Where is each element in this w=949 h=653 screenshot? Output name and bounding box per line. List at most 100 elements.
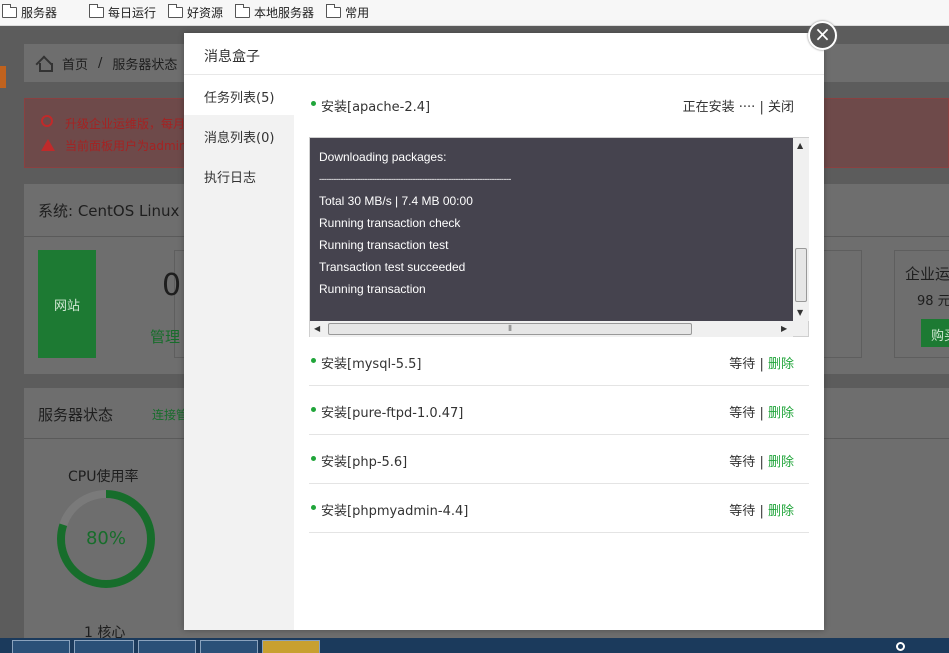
- taskbar-item[interactable]: [138, 640, 196, 653]
- task-status-group: 等待 | 删除: [729, 353, 794, 372]
- task-status-group: 正在安装 ···· | 关闭: [683, 96, 794, 115]
- console-line: Transaction test succeeded: [319, 260, 466, 274]
- site-tile-label: 网站: [53, 298, 80, 314]
- enterprise-title: 企业运: [905, 265, 949, 283]
- task-name: 安装[phpmyadmin-4.4]: [321, 504, 469, 519]
- folder-icon: [326, 4, 342, 18]
- system-title: 系统: CentOS Linux: [38, 202, 180, 220]
- horizontal-scroll-thumb[interactable]: ⦀: [328, 323, 692, 335]
- console-line: Running transaction: [319, 282, 426, 296]
- cpu-label: CPU使用率: [68, 469, 139, 485]
- task-status: 等待: [729, 455, 756, 470]
- bookmarks-bar: 服务器 每日运行 好资源 本地服务器 常用: [0, 0, 949, 26]
- home-icon[interactable]: [36, 56, 53, 72]
- task-name: 安装[mysql-5.5]: [321, 357, 422, 372]
- breadcrumb-separator: /: [98, 55, 103, 71]
- close-task-link[interactable]: 关闭: [768, 100, 794, 115]
- buy-button[interactable]: 购买: [921, 319, 949, 347]
- bookmark-item[interactable]: 服务器: [2, 4, 57, 21]
- bookmark-label: 好资源: [187, 6, 224, 20]
- sidebar-edge: [0, 66, 6, 88]
- tab-message-list[interactable]: 消息列表(0): [184, 115, 294, 155]
- delete-task-link[interactable]: 删除: [768, 504, 794, 519]
- separator: |: [759, 357, 764, 372]
- task-status: 等待: [729, 504, 756, 519]
- console-line: Running transaction test: [319, 238, 449, 252]
- cpu-value: 80%: [85, 528, 126, 549]
- task-name: 安装[apache-2.4]: [321, 100, 431, 115]
- status-dot-icon: [311, 505, 316, 510]
- tab-task-list[interactable]: 任务列表(5): [184, 75, 294, 115]
- console-output: Downloading packages: ------------------…: [310, 138, 793, 321]
- bookmark-item[interactable]: 每日运行: [89, 4, 156, 21]
- bulb-icon: [41, 115, 53, 127]
- message-box-modal: 消息盒子 任务列表(5) 消息列表(0) 执行日志 安装[apache-2.4]…: [184, 33, 824, 630]
- console-line: Running transaction check: [319, 216, 461, 230]
- status-dot-icon: [311, 101, 316, 106]
- folder-icon: [2, 4, 17, 18]
- task-row: 安装[pure-ftpd-1.0.47] 等待 | 删除: [309, 386, 809, 435]
- current-task-header: 安装[apache-2.4] 正在安装 ···· | 关闭: [309, 75, 809, 129]
- separator: |: [759, 504, 764, 519]
- taskbar: [0, 638, 949, 653]
- status-dot-icon: [311, 358, 316, 363]
- bookmark-label: 服务器: [21, 6, 58, 20]
- bookmark-item[interactable]: 好资源: [168, 4, 223, 21]
- task-row: 安装[php-5.6] 等待 | 删除: [309, 435, 809, 484]
- task-status: 等待: [729, 357, 756, 372]
- horizontal-scrollbar[interactable]: ◀ ⦀ ▶: [310, 321, 793, 337]
- folder-icon: [89, 4, 105, 18]
- task-status: 正在安装 ····: [682, 100, 756, 115]
- modal-close-button[interactable]: ×: [808, 21, 837, 50]
- breadcrumb-home[interactable]: 首页: [62, 54, 88, 73]
- bookmark-item[interactable]: 本地服务器: [235, 4, 314, 21]
- breadcrumb-current: 服务器状态: [112, 57, 178, 73]
- task-status-group: 等待 | 删除: [729, 402, 794, 421]
- separator: |: [759, 406, 764, 421]
- status-title: 服务器状态: [38, 406, 114, 424]
- task-row: 安装[mysql-5.5] 等待 | 删除: [309, 337, 809, 386]
- task-list: 安装[apache-2.4] 正在安装 ···· | 关闭 Downloadin…: [309, 75, 809, 533]
- scroll-left-icon[interactable]: ◀: [314, 324, 320, 333]
- delete-task-link[interactable]: 删除: [768, 455, 794, 470]
- separator: |: [759, 100, 764, 115]
- connection-link[interactable]: 连接管: [152, 406, 188, 423]
- bookmark-label: 常用: [345, 6, 370, 20]
- enterprise-price: 98 元: [917, 294, 949, 309]
- vertical-scroll-thumb[interactable]: [795, 248, 807, 302]
- console-line: Total 30 MB/s | 7.4 MB 00:00: [319, 194, 473, 208]
- status-dot-icon: [311, 407, 316, 412]
- task-name: 安装[pure-ftpd-1.0.47]: [321, 406, 464, 421]
- task-status: 等待: [729, 406, 756, 421]
- warning-icon: [41, 139, 55, 151]
- status-dot-icon: [311, 456, 316, 461]
- taskbar-item[interactable]: [262, 640, 320, 653]
- folder-icon: [168, 4, 184, 18]
- site-count: 0: [162, 268, 182, 303]
- scroll-right-icon[interactable]: ▶: [781, 324, 787, 333]
- taskbar-item[interactable]: [74, 640, 134, 653]
- bookmark-label: 每日运行: [108, 6, 157, 20]
- tray-icon[interactable]: [896, 642, 905, 651]
- delete-task-link[interactable]: 删除: [768, 406, 794, 421]
- task-name: 安装[php-5.6]: [321, 455, 408, 470]
- scroll-down-icon[interactable]: ▼: [797, 308, 803, 317]
- task-status-group: 等待 | 删除: [729, 500, 794, 519]
- modal-sidebar: 任务列表(5) 消息列表(0) 执行日志: [184, 75, 294, 630]
- modal-title: 消息盒子: [184, 33, 824, 75]
- task-row: 安装[phpmyadmin-4.4] 等待 | 删除: [309, 484, 809, 533]
- taskbar-item[interactable]: [12, 640, 70, 653]
- bookmark-label: 本地服务器: [254, 6, 315, 20]
- bookmark-item[interactable]: 常用: [326, 4, 369, 21]
- install-console: Downloading packages: ------------------…: [309, 137, 809, 337]
- site-manage-link[interactable]: 管理: [150, 326, 180, 347]
- tab-execution-log[interactable]: 执行日志: [184, 155, 294, 195]
- enterprise-card: 企业运 98 元 购买: [894, 250, 949, 358]
- site-tile[interactable]: 网站: [38, 250, 96, 358]
- taskbar-item[interactable]: [200, 640, 258, 653]
- task-status-group: 等待 | 删除: [729, 451, 794, 470]
- scroll-up-icon[interactable]: ▲: [797, 141, 803, 150]
- vertical-scrollbar[interactable]: ▲ ▼: [793, 138, 809, 321]
- delete-task-link[interactable]: 删除: [768, 357, 794, 372]
- folder-icon: [235, 4, 251, 18]
